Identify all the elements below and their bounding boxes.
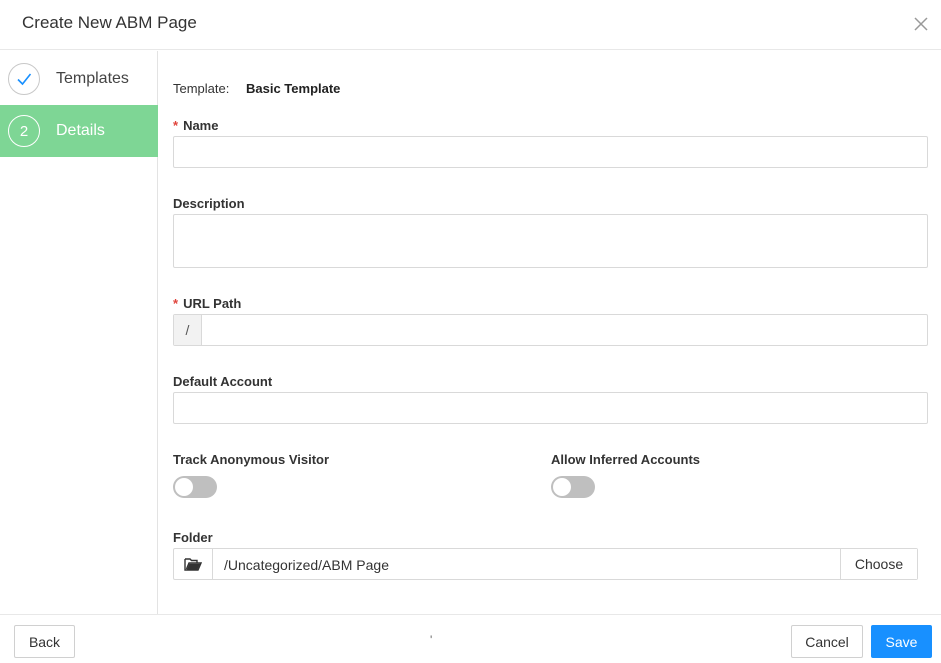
step-label-details: Details (56, 122, 105, 139)
name-field-wrapper (173, 136, 928, 168)
dialog-header: Create New ABM Page (0, 0, 941, 50)
url-path-field-wrapper: / (173, 314, 928, 346)
step-number: 2 (8, 115, 40, 147)
folder-open-icon[interactable] (174, 549, 213, 579)
back-button[interactable]: Back (14, 625, 75, 658)
allow-inferred-toggle[interactable] (551, 476, 595, 498)
track-anonymous-toggle[interactable] (173, 476, 217, 498)
description-field-wrapper (173, 214, 928, 268)
folder-field: /Uncategorized/ABM Page Choose (173, 548, 918, 580)
description-label: Description (173, 196, 245, 211)
dialog-footer: Back ' Cancel Save (0, 614, 941, 663)
folder-path: /Uncategorized/ABM Page (224, 557, 389, 573)
template-value: Basic Template (246, 81, 341, 96)
steps-sidebar: Templates 2 Details (0, 51, 158, 614)
choose-folder-button[interactable]: Choose (840, 549, 917, 579)
folder-label: Folder (173, 530, 213, 545)
track-anonymous-label: Track Anonymous Visitor (173, 452, 330, 467)
dialog-title: Create New ABM Page (22, 13, 197, 32)
step-templates[interactable]: Templates (0, 53, 158, 105)
url-path-input[interactable] (174, 315, 927, 345)
name-label-text: Name (183, 118, 219, 133)
required-mark: * (173, 118, 179, 133)
toggle-knob (553, 478, 571, 496)
name-label: * Name (173, 118, 218, 133)
step-label-templates: Templates (56, 70, 129, 87)
close-icon[interactable] (911, 14, 931, 34)
footer-mark: ' (430, 633, 433, 647)
url-path-label: * URL Path (173, 296, 241, 311)
check-icon (8, 63, 40, 95)
default-account-label: Default Account (173, 374, 273, 389)
description-input[interactable] (174, 215, 927, 267)
required-mark: * (173, 296, 179, 311)
default-account-field-wrapper (173, 392, 928, 424)
template-label: Template: (173, 81, 230, 96)
step-details[interactable]: 2 Details (0, 105, 158, 157)
toggle-knob (175, 478, 193, 496)
cancel-button[interactable]: Cancel (791, 625, 863, 658)
save-button[interactable]: Save (871, 625, 932, 658)
details-form: Template: Basic Template * Name Descripti… (158, 51, 941, 614)
url-prefix: / (174, 315, 202, 345)
allow-inferred-label: Allow Inferred Accounts (551, 452, 701, 467)
name-input[interactable] (174, 137, 927, 167)
default-account-input[interactable] (174, 393, 927, 423)
url-path-label-text: URL Path (183, 296, 242, 311)
